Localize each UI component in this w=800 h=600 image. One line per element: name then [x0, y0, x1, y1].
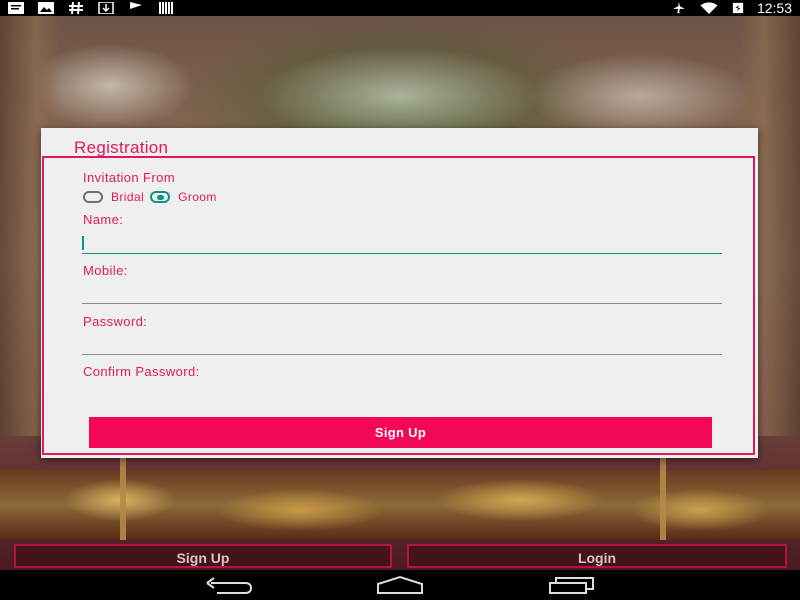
signup-submit-button[interactable]: Sign Up: [89, 417, 712, 448]
password-field[interactable]: [82, 333, 722, 355]
password-label: Password:: [83, 314, 148, 329]
radio-bridal-label: Bridal: [111, 190, 145, 204]
airplane-mode-icon: [672, 2, 685, 14]
registration-form: Invitation From Bridal Groom Name: Mobil…: [42, 156, 755, 455]
image-icon: [38, 2, 54, 14]
back-icon[interactable]: [205, 575, 253, 595]
barcode-icon: [159, 2, 173, 14]
bottom-signup-button[interactable]: Sign Up: [14, 544, 392, 568]
confirm-password-label: Confirm Password:: [83, 364, 200, 379]
registration-dialog: Registration Invitation From Bridal Groo…: [41, 128, 758, 458]
invitation-radio-group: Bridal Groom: [83, 190, 217, 204]
home-icon[interactable]: [375, 575, 425, 595]
message-icon: [8, 2, 24, 14]
wifi-icon: [700, 2, 718, 14]
battery-icon: [732, 2, 744, 14]
background-stand: [660, 455, 666, 540]
navigation-bar: [0, 570, 800, 600]
dialog-title: Registration: [74, 138, 169, 157]
radio-bridal-circle[interactable]: [83, 191, 103, 203]
name-field[interactable]: [82, 232, 722, 254]
mobile-field[interactable]: [82, 282, 722, 304]
confirm-password-field[interactable]: [82, 382, 722, 404]
status-bar: 12:53: [0, 0, 800, 16]
clock-text: 12:53: [756, 0, 792, 16]
radio-groom-circle[interactable]: [150, 191, 171, 203]
text-cursor: [82, 236, 84, 250]
recent-apps-icon[interactable]: [548, 575, 596, 595]
invitation-from-label: Invitation From: [83, 170, 175, 185]
hashtag-icon: [69, 2, 83, 14]
background-stand: [120, 455, 126, 540]
radio-groom-label: Groom: [178, 190, 217, 204]
bottom-login-button[interactable]: Login: [407, 544, 787, 568]
download-icon: [98, 2, 114, 14]
mobile-label: Mobile:: [83, 263, 128, 278]
radio-bridal[interactable]: Bridal: [83, 190, 144, 204]
flag-icon: [130, 2, 142, 14]
name-label: Name:: [83, 212, 124, 227]
radio-groom[interactable]: Groom: [150, 190, 217, 204]
